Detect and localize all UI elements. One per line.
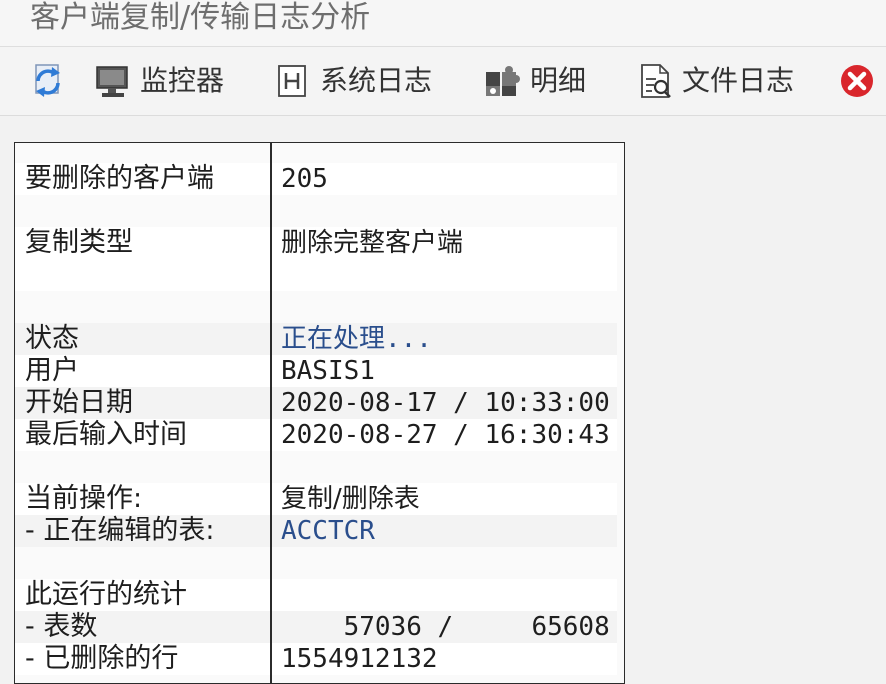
puzzle-icon xyxy=(482,62,522,100)
current-op-value: 复制/删除表 xyxy=(281,484,420,514)
status-label: 状态 xyxy=(25,323,79,354)
deleted-rows-value: 1554912132 xyxy=(281,644,438,674)
row-stats: 此运行的统计 xyxy=(15,579,624,611)
log-panel: 要删除的客户端 205 复制类型 删除完整客户端 状态 正在处理... 用户 B… xyxy=(14,142,625,684)
copy-type-label: 复制类型 xyxy=(25,227,133,258)
refresh-icon xyxy=(28,61,68,101)
close-icon xyxy=(838,62,876,100)
file-log-button[interactable]: 文件日志 xyxy=(636,61,794,101)
start-date-value: 2020-08-17 / 10:33:00 xyxy=(281,388,610,418)
row-last-input: 最后输入时间 2020-08-27 / 16:30:43 xyxy=(15,419,624,451)
row-client: 要删除的客户端 205 xyxy=(15,163,624,195)
client-value: 205 xyxy=(281,164,328,194)
detail-label: 明细 xyxy=(530,64,587,97)
refresh-button[interactable] xyxy=(28,61,68,101)
editing-table-label: - 正在编辑的表: xyxy=(25,515,215,546)
row-start-date: 开始日期 2020-08-17 / 10:33:00 xyxy=(15,387,624,419)
row-status: 状态 正在处理... xyxy=(15,323,624,355)
client-label: 要删除的客户端 xyxy=(25,163,214,194)
row-deleted-rows: - 已删除的行 1554912132 xyxy=(15,643,624,675)
close-button[interactable] xyxy=(838,61,876,101)
toolbar: 监控器 系统日志 明细 文件日志 xyxy=(0,47,886,116)
system-log-icon xyxy=(274,62,312,100)
current-op-label: 当前操作: xyxy=(25,483,143,514)
window-title: 客户端复制/传输日志分析 xyxy=(30,0,371,35)
monitor-label: 监控器 xyxy=(140,64,225,97)
editing-table-value: ACCTCR xyxy=(281,516,375,546)
system-log-button[interactable]: 系统日志 xyxy=(274,61,432,101)
deleted-rows-label: - 已删除的行 xyxy=(25,643,179,674)
title-bar: 客户端复制/传输日志分析 xyxy=(0,0,886,47)
row-user: 用户 BASIS1 xyxy=(15,355,624,387)
start-date-label: 开始日期 xyxy=(25,387,133,418)
last-input-value: 2020-08-27 / 16:30:43 xyxy=(281,420,610,450)
user-label: 用户 xyxy=(25,355,79,386)
detail-button[interactable]: 明细 xyxy=(482,61,586,101)
monitor-button[interactable]: 监控器 xyxy=(94,61,224,101)
copy-type-value: 删除完整客户端 xyxy=(281,228,464,258)
last-input-label: 最后输入时间 xyxy=(25,419,187,450)
monitor-icon xyxy=(94,62,132,100)
content-area: 要删除的客户端 205 复制类型 删除完整客户端 状态 正在处理... 用户 B… xyxy=(0,116,886,684)
file-log-icon xyxy=(636,62,674,100)
tables-label: - 表数 xyxy=(25,611,98,642)
tables-value: 57036 / 65608 xyxy=(281,612,610,642)
row-copy-type: 复制类型 删除完整客户端 xyxy=(15,227,624,259)
user-value: BASIS1 xyxy=(281,356,375,386)
row-tables: - 表数 57036 / 65608 xyxy=(15,611,624,643)
row-blank xyxy=(15,259,624,291)
file-log-label: 文件日志 xyxy=(682,64,795,97)
stats-label: 此运行的统计 xyxy=(25,579,187,610)
row-current-op: 当前操作: 复制/删除表 xyxy=(15,483,624,515)
system-log-label: 系统日志 xyxy=(320,64,433,97)
row-editing-table: - 正在编辑的表: ACCTCR xyxy=(15,515,624,547)
status-value: 正在处理... xyxy=(281,324,432,354)
